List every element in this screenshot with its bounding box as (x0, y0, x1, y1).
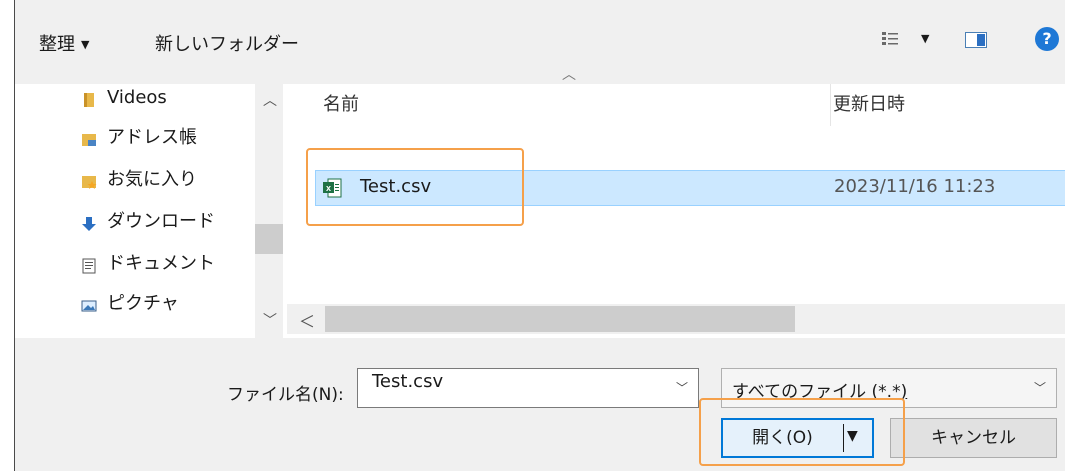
caret-down-icon: ▼ (81, 38, 90, 51)
excel-csv-icon: x (323, 178, 342, 198)
nav-item-label: ダウンロード (107, 211, 215, 232)
new-folder-label: 新しいフォルダー (155, 34, 299, 55)
nav-item-label: ピクチャ (107, 293, 179, 314)
filetype-value: すべてのファイル (*.*) (732, 382, 908, 402)
scroll-left-icon[interactable]: ＜ (299, 308, 315, 332)
file-row[interactable]: x Test.csv 2023/11/16 11:23 (315, 170, 1065, 206)
scroll-up-icon[interactable]: ︿ (263, 90, 277, 110)
view-options-caret-icon[interactable]: ▼ (921, 32, 929, 45)
cancel-button-label: キャンセル (931, 428, 1016, 448)
sort-ascending-icon: ︿ (562, 67, 576, 83)
scrollbar-thumb[interactable] (325, 306, 795, 332)
chevron-down-icon[interactable]: ﹀ (676, 379, 688, 396)
favorites-folder-icon (82, 176, 97, 189)
column-header-name[interactable]: 名前 (323, 90, 359, 116)
preview-pane-icon[interactable] (965, 32, 987, 48)
filename-value: Test.csv (372, 371, 444, 392)
documents-icon (82, 258, 96, 274)
nav-item-label: Videos (107, 87, 167, 108)
file-list: ︿ 名前 更新日時 x Test.csv 2023/11/16 11:23 ＜ (287, 67, 1065, 338)
nav-vertical-scrollbar[interactable]: ︿ ﹀ (255, 84, 283, 338)
help-icon[interactable]: ? (1035, 27, 1059, 51)
toolbar: 整理 ▼ 新しいフォルダー ▼ ? (15, 0, 1065, 84)
filename-input[interactable]: Test.csv ﹀ (357, 368, 699, 408)
file-date: 2023/11/16 11:23 (834, 176, 996, 197)
file-name: Test.csv (360, 176, 432, 197)
column-header-date[interactable]: 更新日時 (833, 90, 905, 116)
nav-item-label: アドレス帳 (107, 127, 197, 148)
folder-icon (84, 93, 94, 107)
new-folder-button[interactable]: 新しいフォルダー (155, 30, 299, 56)
split-divider (843, 424, 844, 452)
scroll-down-icon[interactable]: ﹀ (263, 310, 277, 330)
open-button[interactable]: 開く(O) ▼ (721, 418, 874, 458)
file-list-horizontal-scrollbar[interactable]: ＜ (287, 304, 1065, 334)
cancel-button[interactable]: キャンセル (890, 418, 1057, 458)
nav-item-label: お気に入り (107, 169, 197, 190)
dialog-footer: ファイル名(N): Test.csv ﹀ すべてのファイル (*.*) ﹀ 開く… (15, 338, 1065, 471)
scrollbar-thumb[interactable] (255, 224, 283, 254)
pictures-icon (81, 300, 97, 312)
open-dropdown-caret-icon[interactable]: ▼ (847, 428, 858, 444)
open-button-label: 開く(O) (752, 428, 813, 448)
filetype-select[interactable]: すべてのファイル (*.*) ﹀ (721, 368, 1057, 408)
navigation-pane: Videos アドレス帳 お気に入り ダウンロード ドキュメント ピクチャ ︿ … (15, 84, 287, 338)
nav-item-label: ドキュメント (107, 253, 215, 274)
svg-text:x: x (326, 183, 331, 193)
organize-label: 整理 (39, 34, 75, 55)
column-divider[interactable] (830, 84, 831, 126)
contacts-folder-icon (82, 134, 96, 146)
filename-label: ファイル名(N): (227, 385, 344, 405)
chevron-down-icon[interactable]: ﹀ (1034, 379, 1046, 396)
view-details-icon[interactable] (881, 30, 899, 48)
organize-button[interactable]: 整理 ▼ (39, 30, 89, 56)
download-arrow-icon (82, 217, 96, 231)
file-open-dialog: 整理 ▼ 新しいフォルダー ▼ ? Videos アドレス帳 お気に入り ダウン… (14, 0, 1065, 471)
